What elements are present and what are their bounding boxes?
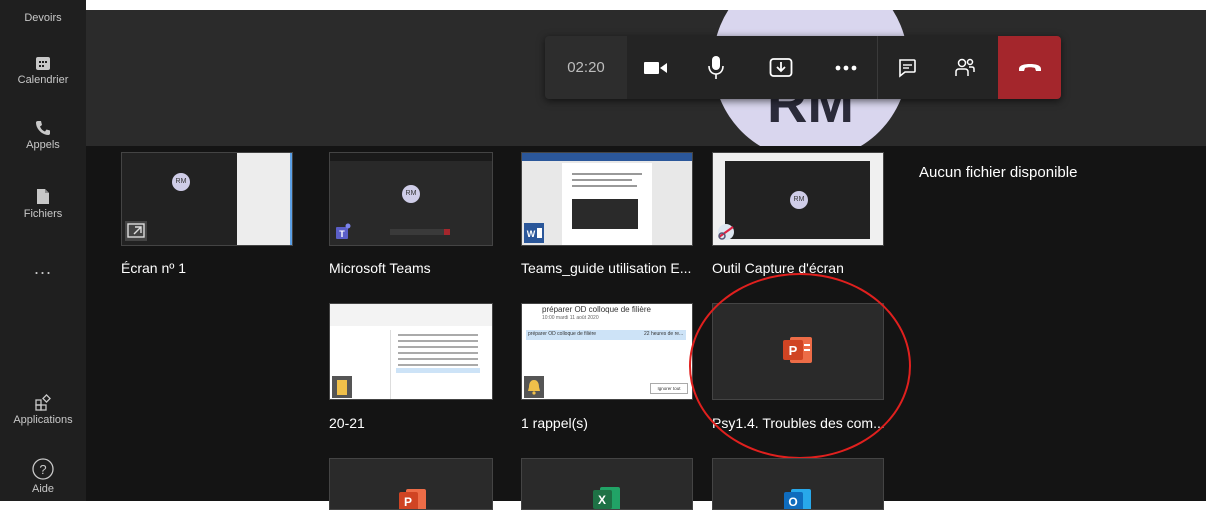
- mini-avatar: RM: [790, 191, 808, 209]
- apps-icon: [34, 394, 51, 411]
- svg-text:T: T: [339, 229, 345, 239]
- rail-label: Devoirs: [24, 12, 62, 24]
- participants-icon: [955, 58, 975, 76]
- highlight-annotation: [689, 273, 911, 459]
- share-tray-button[interactable]: [756, 36, 806, 99]
- rail-label: Applications: [13, 414, 73, 426]
- share-window-thumbnail[interactable]: O: [712, 458, 884, 510]
- help-icon: ?: [32, 458, 54, 480]
- mini-avatar: RM: [402, 185, 420, 203]
- window-top-edge: [86, 0, 1215, 10]
- rail-item-applications[interactable]: Applications: [0, 394, 86, 426]
- rail-item-devoirs[interactable]: Devoirs: [0, 12, 86, 24]
- calendar-icon: [36, 57, 50, 70]
- more-icon: ...: [33, 258, 52, 278]
- reminder-subtitle: 10:00 mardi 11 août 2020: [542, 315, 599, 321]
- reminder-dismiss-button: Ignorer tout: [650, 383, 688, 394]
- chat-icon: [899, 58, 916, 78]
- rail-item-aide[interactable]: ? Aide: [0, 458, 86, 495]
- bell-icon: [524, 376, 544, 398]
- file-icon: [37, 189, 49, 204]
- rail-label: Fichiers: [23, 208, 63, 220]
- hang-up-button[interactable]: [998, 36, 1061, 99]
- share-window-label: 1 rappel(s): [521, 415, 588, 431]
- share-tray-icon: [769, 57, 793, 77]
- camera-button[interactable]: [631, 36, 681, 99]
- share-window-thumbnail[interactable]: X: [521, 458, 693, 510]
- rail-item-fichiers[interactable]: Fichiers: [0, 188, 86, 220]
- svg-text:O: O: [788, 495, 797, 509]
- rail-label: Aide: [31, 483, 55, 495]
- rail-label: Calendrier: [17, 74, 69, 86]
- svg-text:X: X: [598, 493, 606, 507]
- hang-up-icon: [1018, 63, 1041, 71]
- phone-icon: [36, 121, 50, 135]
- rail-item-calendrier[interactable]: Calendrier: [0, 55, 86, 86]
- excel-icon: X: [593, 487, 620, 509]
- reminder-item: préparer OD colloque de filière: [528, 331, 597, 337]
- outlook-icon: O: [784, 489, 811, 509]
- svg-text:?: ?: [39, 462, 46, 477]
- rail-label: Appels: [26, 139, 60, 151]
- share-window-label: Écran nº 1: [121, 260, 187, 276]
- share-window-label: 20-21: [329, 415, 365, 431]
- word-icon: W: [524, 223, 544, 243]
- camera-icon: [644, 61, 667, 74]
- powerpoint-icon: P: [399, 489, 426, 509]
- share-window-thumbnail[interactable]: préparer OD colloque de filière 10:00 ma…: [521, 303, 693, 400]
- snipping-tool-icon: [718, 224, 734, 240]
- share-window-label: Outil Capture d'écran: [712, 260, 844, 276]
- chat-button[interactable]: [882, 36, 932, 99]
- more-apps-button[interactable]: ...: [0, 258, 86, 279]
- more-actions-button[interactable]: [821, 36, 871, 99]
- share-window-thumbnail[interactable]: W: [521, 152, 693, 246]
- share-window-thumbnail[interactable]: [329, 303, 493, 400]
- mini-avatar: RM: [172, 173, 190, 191]
- svg-text:W: W: [527, 229, 536, 239]
- reminder-title: préparer OD colloque de filière: [542, 305, 651, 314]
- participants-button[interactable]: [940, 36, 990, 99]
- share-window-thumbnail[interactable]: P: [329, 458, 493, 510]
- screen-share-icon: [125, 221, 147, 241]
- no-files-message: Aucun fichier disponible: [919, 164, 1078, 181]
- share-window-label: Microsoft Teams: [329, 260, 431, 276]
- reminder-due: 22 heures de re...: [644, 331, 684, 337]
- toolbar-divider: [877, 36, 878, 99]
- window-right-edge: [1206, 0, 1215, 501]
- share-window-thumbnail[interactable]: RM T: [329, 152, 493, 246]
- microphone-icon: [708, 55, 724, 79]
- rail-item-appels[interactable]: Appels: [0, 120, 86, 151]
- microphone-button[interactable]: [691, 36, 741, 99]
- folder-icon: [332, 376, 352, 398]
- teams-icon: T: [336, 223, 351, 239]
- share-window-label: Teams_guide utilisation E...: [521, 260, 692, 276]
- call-controls-toolbar: 02:20: [545, 36, 1061, 99]
- share-window-thumbnail[interactable]: RM: [712, 152, 884, 246]
- share-window-thumbnail[interactable]: RM: [121, 152, 293, 246]
- more-actions-icon: [835, 65, 857, 70]
- call-timer: 02:20: [545, 36, 627, 99]
- svg-text:P: P: [404, 495, 412, 509]
- app-rail: Devoirs Calendrier Appels Fichiers ... A: [0, 0, 86, 501]
